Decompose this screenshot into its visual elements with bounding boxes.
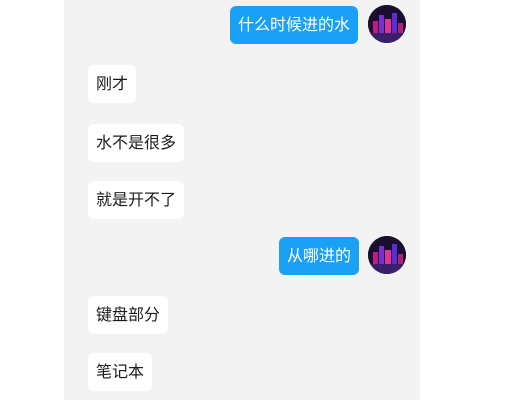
message-bubble-outgoing[interactable]: 从哪进的 — [279, 237, 360, 275]
user-avatar[interactable] — [368, 5, 406, 43]
city-night-avatar-icon — [368, 5, 406, 43]
message-bubble-incoming[interactable]: 刚才 — [88, 65, 137, 103]
message-bubble-outgoing[interactable]: 什么时候进的水 — [230, 6, 359, 44]
message-bubble-incoming[interactable]: 笔记本 — [88, 353, 153, 391]
user-avatar[interactable] — [368, 236, 406, 274]
message-bubble-incoming[interactable]: 键盘部分 — [88, 296, 169, 334]
city-night-avatar-icon — [368, 236, 406, 274]
message-bubble-incoming[interactable]: 就是开不了 — [88, 181, 185, 219]
message-bubble-incoming[interactable]: 水不是很多 — [88, 124, 185, 162]
